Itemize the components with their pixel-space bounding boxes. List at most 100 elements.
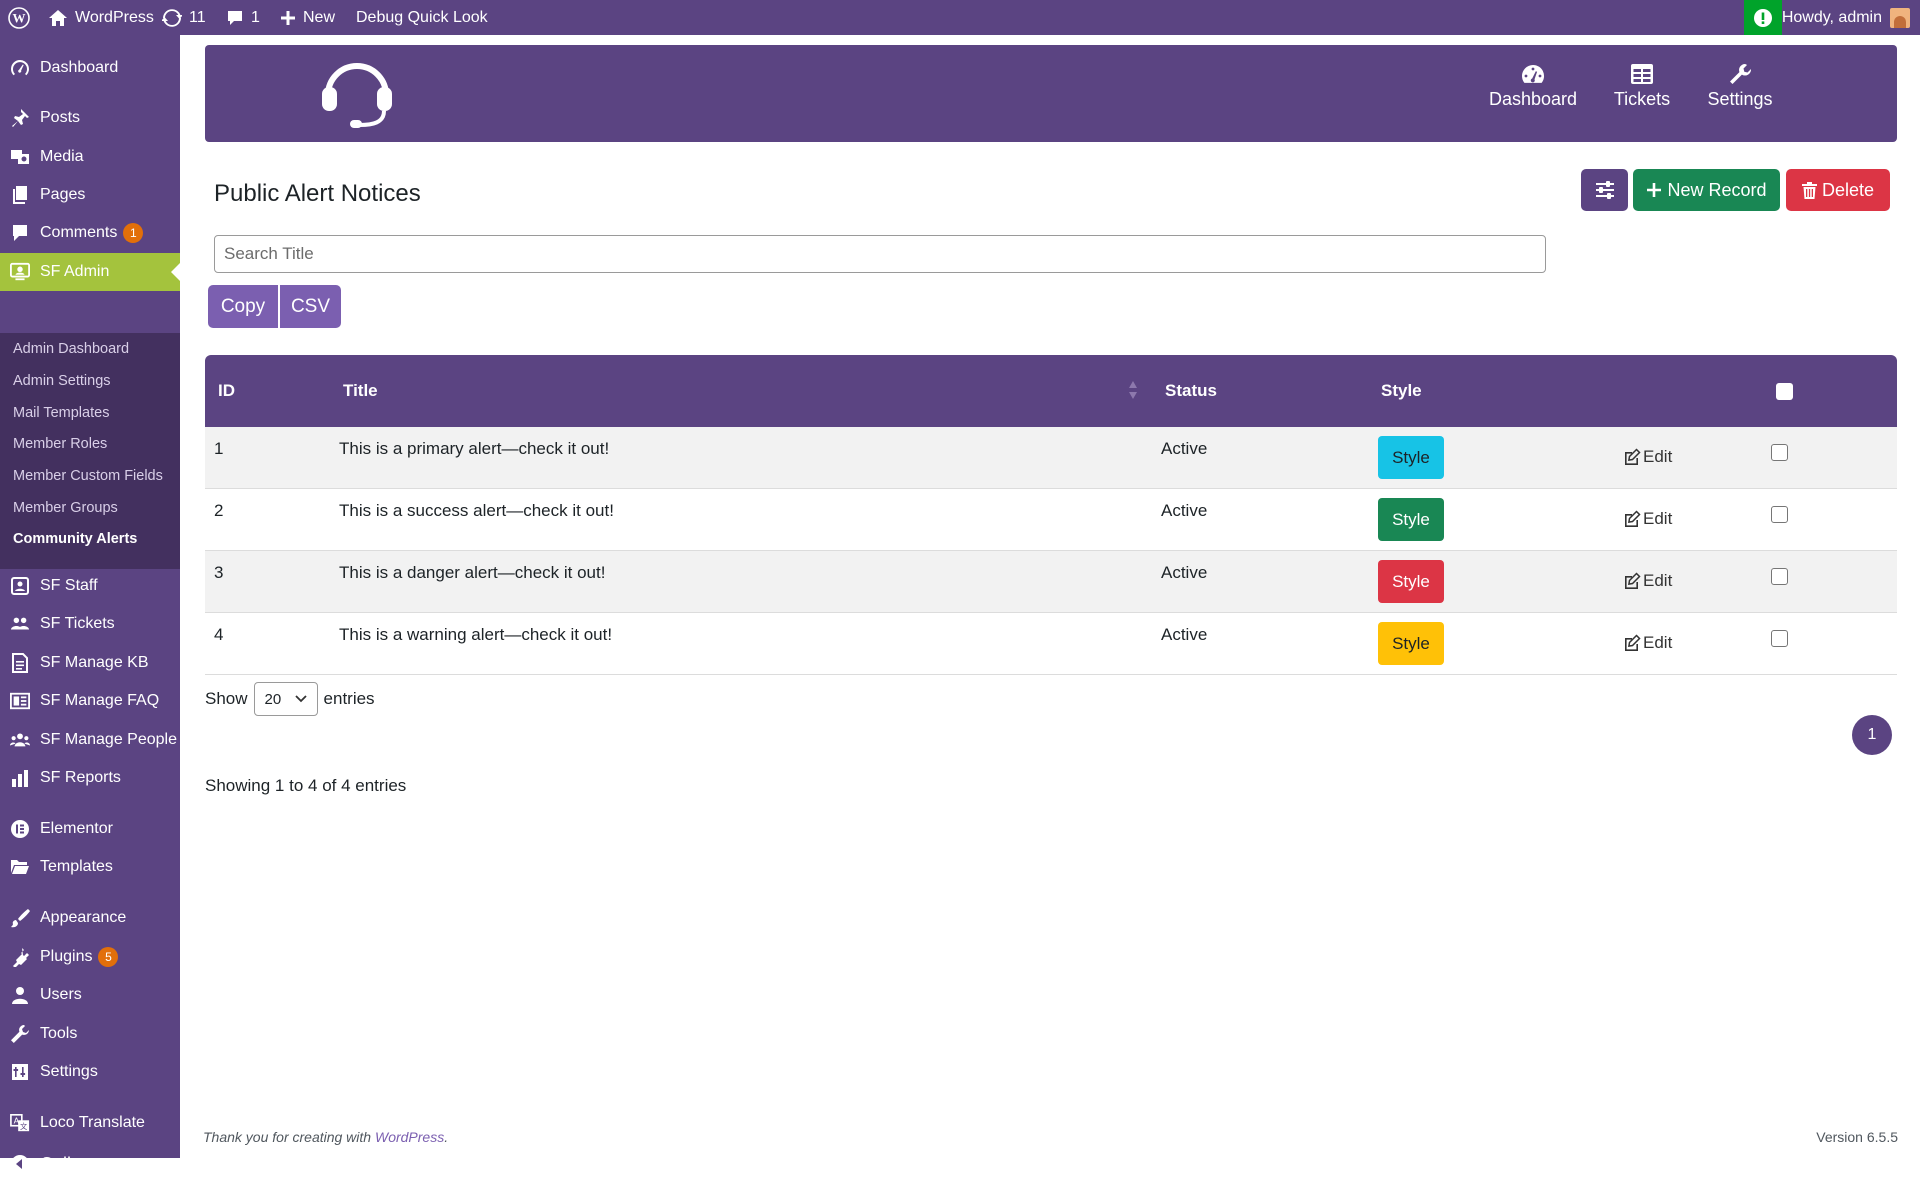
site-name: WordPress xyxy=(75,8,154,26)
row-checkbox[interactable] xyxy=(1771,568,1788,585)
users-icon xyxy=(10,985,30,1005)
column-header-title[interactable]: Title xyxy=(343,381,378,401)
plus-icon xyxy=(281,10,295,25)
submenu-community-alerts[interactable]: Community Alerts xyxy=(13,531,137,547)
debug-quick-look-link[interactable]: Debug Quick Look xyxy=(356,0,488,35)
menu-label: SF Tickets xyxy=(40,615,115,632)
submenu-member-roles[interactable]: Member Roles xyxy=(13,436,107,452)
menu-sf-admin[interactable]: SF Admin xyxy=(0,253,180,291)
menu-pages[interactable]: Pages xyxy=(0,176,180,214)
row-checkbox[interactable] xyxy=(1771,506,1788,523)
cell-title: This is a danger alert—check it out! xyxy=(339,563,606,582)
edit-label: Edit xyxy=(1643,447,1673,466)
menu-comments[interactable]: Comments 1 xyxy=(0,214,180,252)
folder-icon xyxy=(10,857,30,877)
my-account-link[interactable]: Howdy, admin xyxy=(1782,0,1910,35)
sort-icon[interactable] xyxy=(1128,380,1138,400)
edit-icon xyxy=(1625,510,1641,527)
page-length-select[interactable]: 20 xyxy=(253,682,318,716)
column-header-style[interactable]: Style xyxy=(1381,381,1422,401)
edit-link[interactable]: Edit xyxy=(1623,633,1672,653)
select-all-checkbox[interactable] xyxy=(1776,383,1793,400)
edit-link[interactable]: Edit xyxy=(1623,571,1672,591)
show-label: Show xyxy=(205,689,248,708)
plugins-badge: 5 xyxy=(98,947,119,967)
footer-thanks: Thank you for creating with WordPress. xyxy=(203,1129,448,1145)
csv-button[interactable]: CSV xyxy=(280,285,341,328)
collapse-menu-button[interactable]: Collapse menu xyxy=(0,1145,180,1183)
menu-settings[interactable]: Settings xyxy=(0,1053,180,1091)
menu-label: SF Staff xyxy=(40,577,98,594)
wordpress-logo-icon[interactable]: W xyxy=(8,0,30,35)
edit-link[interactable]: Edit xyxy=(1623,509,1672,529)
admin-sidebar: Dashboard Posts Media Pages Comments 1 SF… xyxy=(0,35,180,1174)
plus-icon xyxy=(1647,183,1662,197)
menu-sf-staff[interactable]: SF Staff xyxy=(0,567,180,605)
menu-media[interactable]: Media xyxy=(0,138,180,176)
people-icon xyxy=(10,730,30,750)
menu-label: SF Manage FAQ xyxy=(40,692,160,709)
column-header-status[interactable]: Status xyxy=(1165,381,1217,401)
copy-button[interactable]: Copy xyxy=(208,285,278,328)
page-title: Public Alert Notices xyxy=(214,180,421,207)
staff-icon xyxy=(10,576,30,596)
menu-appearance[interactable]: Appearance xyxy=(0,899,180,937)
menu-elementor[interactable]: Elementor xyxy=(0,810,180,848)
new-content-link[interactable]: New xyxy=(280,0,335,35)
updates-link[interactable]: 11 xyxy=(162,0,206,35)
cell-id: 4 xyxy=(214,625,224,644)
submenu-mail-templates[interactable]: Mail Templates xyxy=(13,405,109,421)
menu-sf-manage-people[interactable]: SF Manage People xyxy=(0,721,180,759)
menu-sf-manage-kb[interactable]: SF Manage KB xyxy=(0,644,180,682)
cell-status: Active xyxy=(1161,439,1208,458)
kb-icon xyxy=(10,653,30,673)
row-checkbox[interactable] xyxy=(1771,630,1788,647)
alert-indicator[interactable] xyxy=(1744,0,1782,35)
nav-tickets-link[interactable]: Tickets xyxy=(1597,63,1687,110)
submenu-member-groups[interactable]: Member Groups xyxy=(13,500,118,516)
menu-dashboard[interactable]: Dashboard xyxy=(0,49,180,87)
filter-button[interactable] xyxy=(1581,169,1628,211)
site-name-link[interactable]: WordPress xyxy=(48,0,154,35)
menu-label: Elementor xyxy=(40,820,113,837)
new-record-button[interactable]: New Record xyxy=(1633,169,1780,211)
menu-plugins[interactable]: Plugins 5 xyxy=(0,938,180,976)
submenu-admin-dashboard[interactable]: Admin Dashboard xyxy=(13,341,129,357)
howdy-text: Howdy, admin xyxy=(1781,8,1882,26)
column-header-id[interactable]: ID xyxy=(218,381,235,401)
nav-dashboard-link[interactable]: Dashboard xyxy=(1483,63,1583,110)
menu-tools[interactable]: Tools xyxy=(0,1015,180,1053)
new-record-label: New Record xyxy=(1667,179,1767,200)
nav-settings-link[interactable]: Settings xyxy=(1695,63,1785,110)
delete-button[interactable]: Delete xyxy=(1786,169,1890,211)
menu-templates[interactable]: Templates xyxy=(0,848,180,886)
delete-label: Delete xyxy=(1821,179,1875,200)
svg-text:文: 文 xyxy=(20,1122,28,1131)
submenu-member-custom-fields[interactable]: Member Custom Fields xyxy=(13,468,163,484)
menu-label: Appearance xyxy=(40,909,127,926)
menu-loco-translate[interactable]: A文 Loco Translate xyxy=(0,1104,180,1142)
edit-link[interactable]: Edit xyxy=(1623,447,1672,467)
menu-sf-reports[interactable]: SF Reports xyxy=(0,759,180,797)
pagination-page-1[interactable]: 1 xyxy=(1852,715,1892,755)
wordpress-link[interactable]: WordPress xyxy=(375,1129,444,1145)
style-preview-badge[interactable]: Style xyxy=(1378,560,1444,603)
edit-label: Edit xyxy=(1643,571,1673,590)
menu-posts[interactable]: Posts xyxy=(0,99,180,137)
svg-text:W: W xyxy=(13,10,26,25)
trash-icon xyxy=(1801,181,1817,199)
submenu-admin-settings[interactable]: Admin Settings xyxy=(13,373,111,389)
elementor-icon xyxy=(10,819,30,839)
style-preview-badge[interactable]: Style xyxy=(1378,436,1444,479)
comments-link[interactable]: 1 xyxy=(226,0,260,35)
menu-label: Tools xyxy=(40,1025,78,1042)
menu-sf-manage-faq[interactable]: SF Manage FAQ xyxy=(0,682,180,720)
menu-sf-tickets[interactable]: SF Tickets xyxy=(0,605,180,643)
row-checkbox[interactable] xyxy=(1771,444,1788,461)
style-preview-badge[interactable]: Style xyxy=(1378,622,1444,665)
comment-icon xyxy=(228,10,242,25)
style-preview-badge[interactable]: Style xyxy=(1378,498,1444,541)
menu-users[interactable]: Users xyxy=(0,976,180,1014)
brand-header: Dashboard Tickets Settings xyxy=(205,45,1897,142)
search-input[interactable] xyxy=(214,235,1546,273)
